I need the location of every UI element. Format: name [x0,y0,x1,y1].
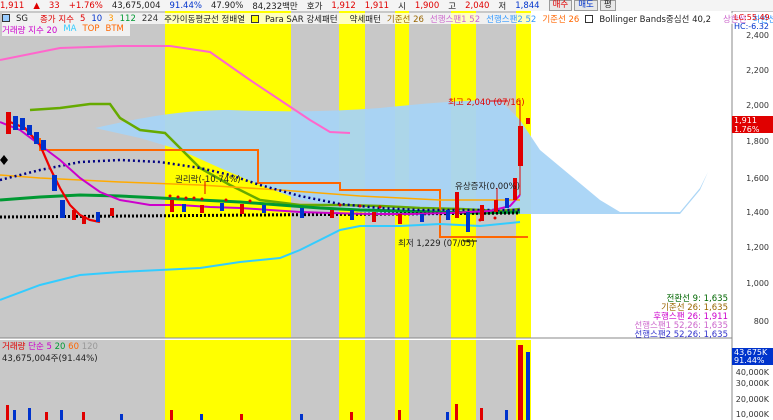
turnover-pct: 47.90% [210,0,244,11]
price-index-label[interactable]: 종가 지수 [40,13,74,25]
volume-value-label: 43,675,004주(91.44%) [2,354,98,364]
bid-price: 1,912 [331,0,356,11]
open-price: 1,900 [414,0,440,11]
hc-label: HC:-6.32 [734,22,769,31]
top-label[interactable]: TOP [82,24,99,36]
current-price-pct-marker: 1.76% [734,125,760,134]
volume-tick: 30,000K [735,379,769,388]
price-change: 33 [48,0,60,11]
average-button[interactable]: 평 [599,0,616,11]
ma-alignment-label: 주가이동평균선 정배열 [164,14,246,25]
open-label: 시 [398,1,406,12]
buy-button[interactable]: 매수 [548,0,573,11]
low-label: 저 [498,1,507,12]
volume-ma20-label[interactable]: 20 [55,342,66,352]
sell-button[interactable]: 매도 [574,0,598,11]
low-annotation: 최저 1,229 (07/05) [398,239,475,249]
sg-label: SG [16,13,28,24]
price-tick: 2,400 [746,31,769,40]
bollinger-label[interactable]: Bollinger Bands중심선 40,2 [599,15,711,25]
price-tick: 1,200 [746,243,769,252]
sub-index-label[interactable]: 거래량 지수 20 [2,24,57,36]
price-tick: 1,800 [746,137,769,146]
rights-annotation: 권리락(-10.74%) [175,175,241,185]
indicator-legend-row1: SG 종가 지수 5 10 3 112 224 주가이동평균선 정배열 Para… [2,13,773,25]
volume-title[interactable]: 거래량 [2,342,25,352]
ma5-label[interactable]: 5 [80,14,85,24]
lc-label: LC:55.49 [734,13,770,22]
high-label: 고 [448,1,457,12]
current-volume-pct-marker: 91.44% [734,356,765,365]
price-change-pct: +1.76% [68,0,103,11]
ma112-label[interactable]: 112 [120,14,136,24]
volume-tick: 20,000K [735,395,769,404]
volume-ma60-label[interactable]: 60 [68,342,79,352]
indicator-legend-row2: 거래량 지수 20 MA TOP BTM [2,24,130,36]
lead-span2-label[interactable]: 선행스팬2 52 [486,13,536,25]
price-chart[interactable] [0,11,773,420]
low-price: 1,844 [515,0,540,11]
capital-increase-annotation: 유상증자(0.00%) [455,182,520,192]
volume-tick: 40,000K [735,368,769,377]
price-tick: 1,000 [746,279,769,288]
ask-price: 1,911 [364,0,390,11]
ma-label[interactable]: MA [63,24,76,36]
quote-label: 호가 [306,1,323,12]
current-price-marker: 1,911 [734,116,757,125]
price-tick: 2,200 [746,66,769,75]
ma10-label[interactable]: 10 [91,14,102,24]
volume-value: 43,675,004 [111,0,161,11]
volume-tick: 10,000K [735,410,769,419]
stock-chart-window: 1,911 ▲ 33 +1.76% 43,675,004 91.44% 47.9… [0,0,773,420]
price-tick: 1,400 [746,208,769,217]
leading-span2-value: 선행스팬2 52,26: 1,635 [634,330,728,340]
base-line2-label[interactable]: 기준선 26 [542,13,579,25]
trade-amount: 84,232백만 [252,1,298,12]
lead-span1-label[interactable]: 선행스팬1 52 [430,13,480,25]
bear-pattern-label[interactable]: 약세패턴 [350,13,381,25]
ma224-label[interactable]: 224 [142,14,158,24]
high-price: 2,040 [465,0,490,11]
volume-ma120-label[interactable]: 120 [82,342,98,352]
price-tick: 800 [753,317,769,326]
btm-label[interactable]: BTM [106,24,124,36]
price-tick: 1,600 [746,174,769,183]
price-tick: 2,000 [746,101,769,110]
volume-legend: 거래량 단순 5 20 60 120 43,675,004주(91.44%) [2,340,98,364]
high-annotation: 최고 2,040 (07/16) [448,98,525,108]
base-line-label[interactable]: 기준선 26 [387,13,424,25]
up-arrow-icon: ▲ [33,0,40,11]
para-sar-label[interactable]: Para SAR 강세패턴 [265,15,338,25]
ma30-label[interactable]: 3 [108,14,113,24]
current-price: 1,911 [0,0,25,11]
volume-sma-label[interactable]: 단순 5 [28,342,52,352]
volume-pct: 91.44% [169,0,202,11]
